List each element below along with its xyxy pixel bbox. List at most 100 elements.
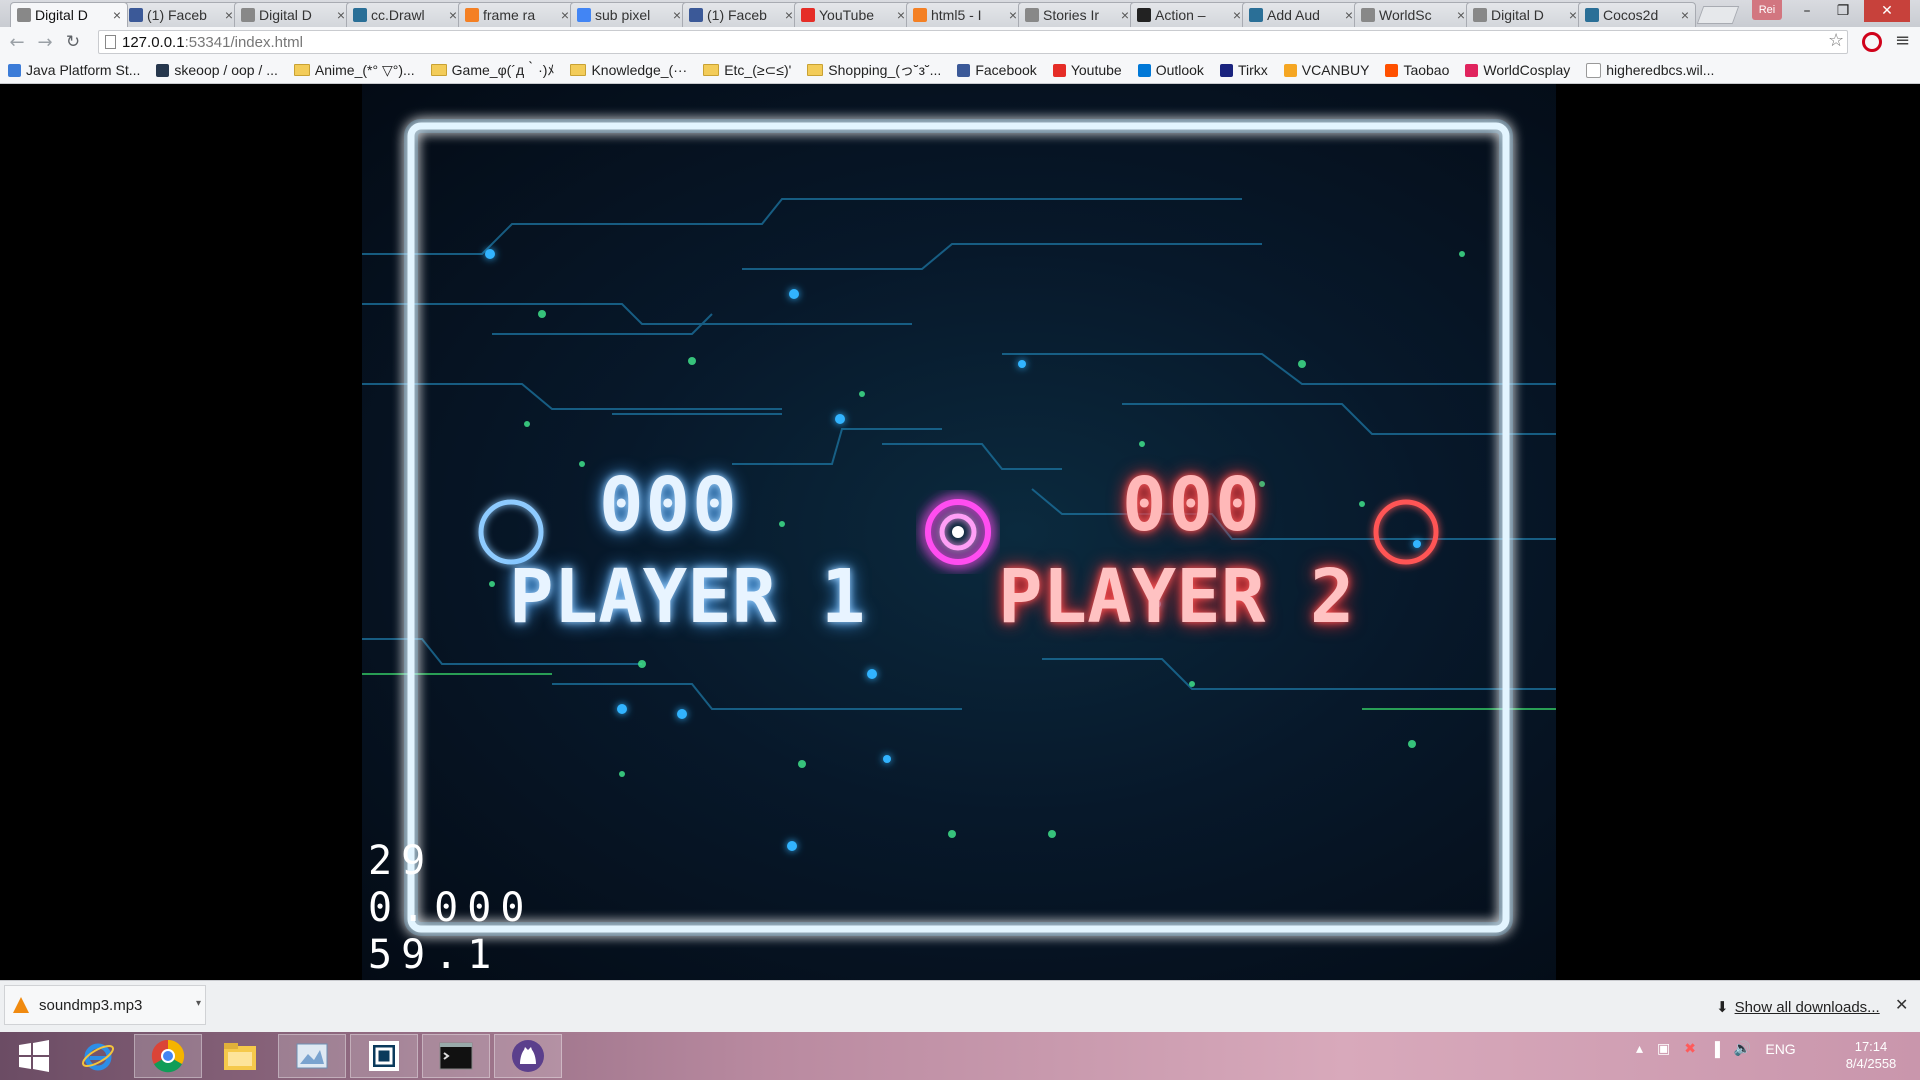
show-all-downloads-link[interactable]: Show all downloads... <box>1735 999 1880 1016</box>
bookmark-item[interactable]: Java Platform St... <box>8 62 140 78</box>
bookmark-label: Taobao <box>1403 62 1450 78</box>
page-icon <box>1361 8 1375 22</box>
bookmark-item[interactable]: Tirkx <box>1219 62 1268 78</box>
tab-3[interactable]: Digital D × <box>234 2 352 27</box>
bookmark-item[interactable]: Etc_(≥⊂≤)' <box>703 62 791 79</box>
tab-label: html5 - I <box>931 7 982 23</box>
bookmark-item[interactable]: Facebook <box>957 62 1037 78</box>
language-indicator[interactable]: ENG <box>1765 1041 1795 1057</box>
back-button[interactable]: ← <box>6 31 28 53</box>
site-favicon-icon <box>156 63 170 77</box>
bookmark-item[interactable]: skeoop / oop / ... <box>156 62 278 78</box>
battery-warning-icon[interactable]: ✖ <box>1684 1040 1696 1057</box>
download-item[interactable]: soundmp3.mp3 ▾ <box>4 985 206 1025</box>
clock[interactable]: 17:14 8/4/2558 <box>1836 1038 1906 1072</box>
page-icon <box>1473 8 1487 22</box>
tab-label: Add Aud <box>1267 7 1320 23</box>
page-icon <box>241 8 255 22</box>
player1-score: 000 <box>599 462 739 548</box>
page-viewport: 000 PLAYER 1 000 PLAYER 2 29 0.000 59.1 <box>0 84 1920 980</box>
tab-label: WorldSc <box>1379 7 1432 23</box>
tab-15[interactable]: Cocos2d × <box>1578 2 1696 27</box>
show-all-downloads[interactable]: ⬇ Show all downloads... <box>1716 998 1880 1017</box>
bookmark-item[interactable]: Knowledge_(··· <box>570 62 687 78</box>
cocos-icon <box>1585 8 1599 22</box>
folder-icon <box>703 64 720 76</box>
bookmark-item[interactable]: Taobao <box>1385 62 1449 78</box>
site-favicon-icon <box>8 63 21 77</box>
bookmark-item[interactable]: Youtube <box>1052 62 1122 78</box>
chevron-down-icon[interactable]: ▾ <box>196 998 201 1009</box>
bookmark-item[interactable]: Shopping_(っ˘з˘... <box>807 60 941 80</box>
close-window-button[interactable]: ✕ <box>1864 0 1910 22</box>
internet-explorer-icon[interactable] <box>64 1034 132 1078</box>
paint-icon[interactable] <box>278 1034 346 1078</box>
minimize-button[interactable]: – <box>1790 0 1824 22</box>
close-download-bar-button[interactable]: ✕ <box>1895 995 1908 1015</box>
bookmark-item[interactable]: higheredbcs.wil... <box>1586 62 1714 78</box>
chrome-icon[interactable] <box>134 1034 202 1078</box>
opera-extension-icon[interactable] <box>1862 32 1882 52</box>
tab-close-icon[interactable]: × <box>1679 7 1691 23</box>
forward-button[interactable]: → <box>34 31 56 53</box>
bookmark-star-icon[interactable]: ☆ <box>1828 30 1844 51</box>
clock-time: 17:14 <box>1854 1039 1888 1054</box>
tab-5[interactable]: frame ra × <box>458 2 576 27</box>
windows-start-icon[interactable] <box>0 1034 68 1078</box>
bookmark-item[interactable]: Outlook <box>1137 62 1204 78</box>
page-icon <box>17 8 31 22</box>
site-favicon-icon <box>1283 63 1297 77</box>
profile-button[interactable]: Rei <box>1752 0 1782 20</box>
player1-ring-icon <box>478 499 544 565</box>
page-icon <box>1025 8 1039 22</box>
network-adapter-icon[interactable]: ▣ <box>1657 1040 1670 1057</box>
tab-1[interactable]: Digital D × <box>10 2 128 27</box>
bookmark-label: Anime_(*° ▽°)... <box>314 61 415 78</box>
bookmark-label: Youtube <box>1070 62 1122 78</box>
bookmark-label: Facebook <box>975 62 1037 78</box>
site-favicon-icon <box>957 63 971 77</box>
github-icon[interactable] <box>494 1034 562 1078</box>
vlc-icon <box>13 997 29 1013</box>
tab-4[interactable]: cc.Drawl × <box>346 2 464 27</box>
volume-icon[interactable]: 🔊 <box>1734 1040 1751 1057</box>
bookmark-label: VCANBUY <box>1301 62 1370 78</box>
bookmark-item[interactable]: Game_φ(´д｀·)ﾒ <box>430 60 554 80</box>
menu-icon[interactable]: ≡ <box>1895 30 1910 51</box>
url-path: :53341/index.html <box>184 33 303 51</box>
bookmark-label: higheredbcs.wil... <box>1606 62 1715 78</box>
address-bar[interactable]: 127.0.0.1:53341/index.html <box>98 30 1848 54</box>
folder-icon <box>807 64 824 76</box>
so-icon <box>465 8 479 22</box>
tab-9[interactable]: html5 - I × <box>906 2 1024 27</box>
show-hidden-icons-icon[interactable]: ▴ <box>1636 1040 1643 1057</box>
tab-12[interactable]: Add Aud × <box>1242 2 1360 27</box>
tab-10[interactable]: Stories Ir × <box>1018 2 1136 27</box>
arrow-right-icon: → <box>37 31 53 53</box>
cmd-icon[interactable] <box>422 1034 490 1078</box>
tab-2[interactable]: (1) Faceb × <box>122 2 240 27</box>
webstorm-icon[interactable] <box>350 1034 418 1078</box>
tab-6[interactable]: sub pixel × <box>570 2 688 27</box>
signal-icon[interactable]: ▐ <box>1710 1041 1720 1057</box>
debug-fps: 59.1 <box>368 932 501 978</box>
bookmark-item[interactable]: Anime_(*° ▽°)... <box>293 61 415 79</box>
cocos-icon <box>1137 8 1151 22</box>
bookmarks-bar: Java Platform St... skeoop / oop / ... Ani… <box>0 57 1920 84</box>
folder-icon <box>430 64 447 76</box>
tab-8[interactable]: YouTube × <box>794 2 912 27</box>
folder-icon <box>570 64 587 76</box>
reload-button[interactable]: ↻ <box>62 31 84 53</box>
tab-14[interactable]: Digital D × <box>1466 2 1584 27</box>
bookmark-item[interactable]: WorldCosplay <box>1465 62 1570 78</box>
tab-13[interactable]: WorldSc × <box>1354 2 1472 27</box>
tab-7[interactable]: (1) Faceb × <box>682 2 800 27</box>
tab-close-icon[interactable]: × <box>111 7 123 23</box>
file-explorer-icon[interactable] <box>206 1034 274 1078</box>
new-tab-button[interactable] <box>1696 6 1740 24</box>
maximize-button[interactable]: ❐ <box>1826 0 1860 22</box>
game-canvas[interactable]: 000 PLAYER 1 000 PLAYER 2 29 0.000 59.1 <box>362 84 1556 980</box>
youtube-icon <box>801 8 815 22</box>
bookmark-item[interactable]: VCANBUY <box>1283 62 1370 78</box>
tab-11[interactable]: Action – × <box>1130 2 1248 27</box>
